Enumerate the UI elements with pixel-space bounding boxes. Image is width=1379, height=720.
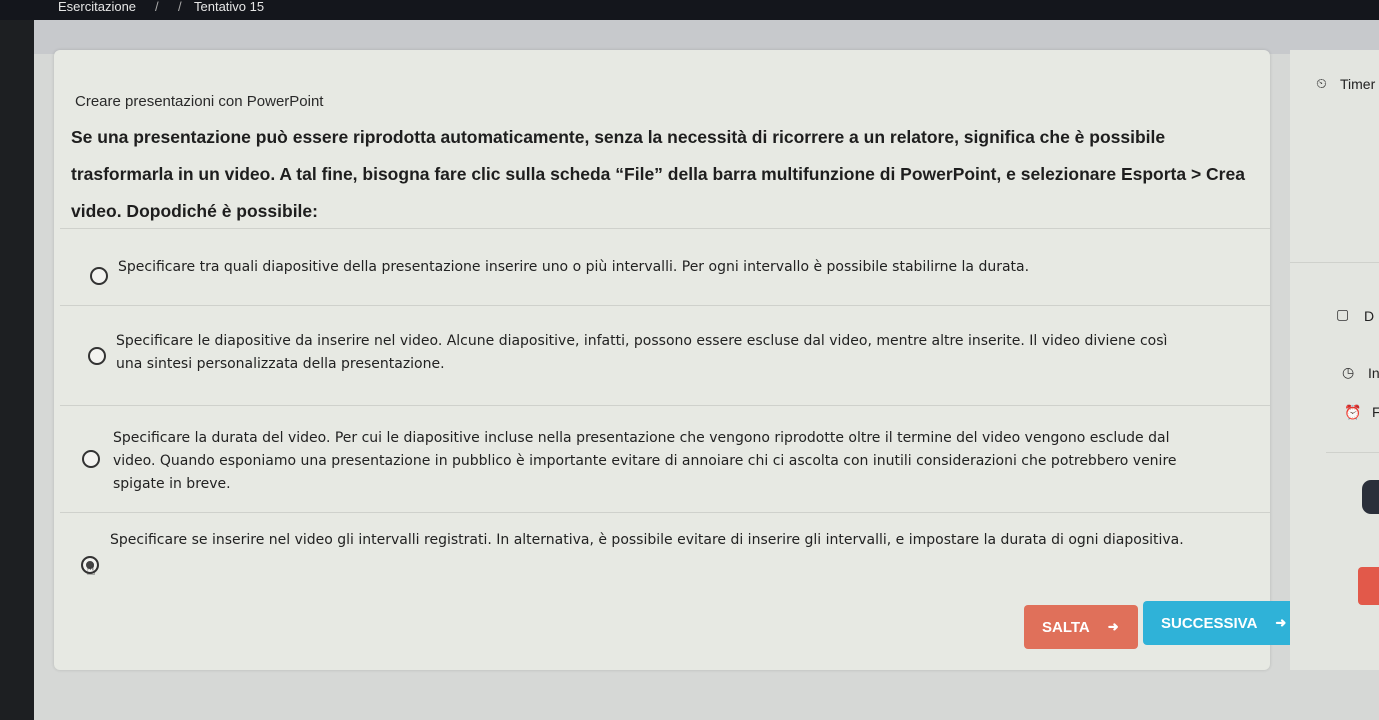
skip-label: SALTA — [1042, 618, 1090, 636]
option-text: Specificare le diapositive da inserire n… — [116, 333, 1168, 372]
breadcrumb-separator: / — [155, 0, 159, 14]
screen-left-edge — [0, 20, 34, 720]
divider — [1326, 452, 1379, 453]
option-text: Specificare tra quali diapositive della … — [118, 259, 1030, 275]
header-strip — [34, 20, 1379, 54]
breadcrumb-separator: / — [178, 0, 182, 14]
option-text: Specificare la durata del video. Per cui… — [113, 430, 1177, 492]
divider — [60, 512, 1270, 513]
document-icon: ▢ — [1336, 307, 1350, 323]
side-item-d[interactable]: D — [1364, 308, 1374, 324]
radio-button[interactable] — [82, 450, 100, 468]
breadcrumb-tentativo: Tentativo 15 — [194, 0, 265, 14]
breadcrumb-esercitazione[interactable]: Esercitazione — [58, 0, 136, 14]
top-bar: Esercitazione / / Tentativo 15 — [0, 0, 1379, 20]
arrow-right-icon: ➜ — [1107, 619, 1119, 634]
arrow-right-icon: ➜ — [1275, 615, 1287, 630]
radio-button[interactable] — [88, 347, 106, 365]
next-label: SUCCESSIVA — [1161, 614, 1258, 632]
radio-button[interactable] — [90, 267, 108, 285]
divider — [60, 405, 1270, 406]
clock-icon: ◷ — [1342, 365, 1355, 381]
question-text: Se una presentazione può essere riprodot… — [71, 127, 1245, 221]
timer-icon: ⏲ — [1316, 76, 1327, 92]
timer-label: Timer — [1340, 76, 1376, 92]
option-text: Specificare se inserire nel video gli in… — [110, 532, 1184, 548]
divider — [1290, 262, 1379, 263]
alarm-icon: ⏰ — [1344, 405, 1362, 421]
course-title: Creare presentazioni con PowerPoint — [75, 93, 324, 110]
side-item-in[interactable]: In — [1368, 365, 1379, 381]
side-red-button[interactable] — [1358, 567, 1379, 605]
avatar[interactable] — [1362, 480, 1379, 514]
cursor-hand-icon: ☝ — [86, 560, 96, 579]
next-button[interactable]: SUCCESSIVA ➜ — [1143, 601, 1294, 645]
divider — [60, 305, 1270, 306]
divider — [60, 228, 1270, 229]
skip-button[interactable]: SALTA ➜ — [1024, 605, 1138, 649]
side-item-f[interactable]: F — [1372, 404, 1379, 420]
